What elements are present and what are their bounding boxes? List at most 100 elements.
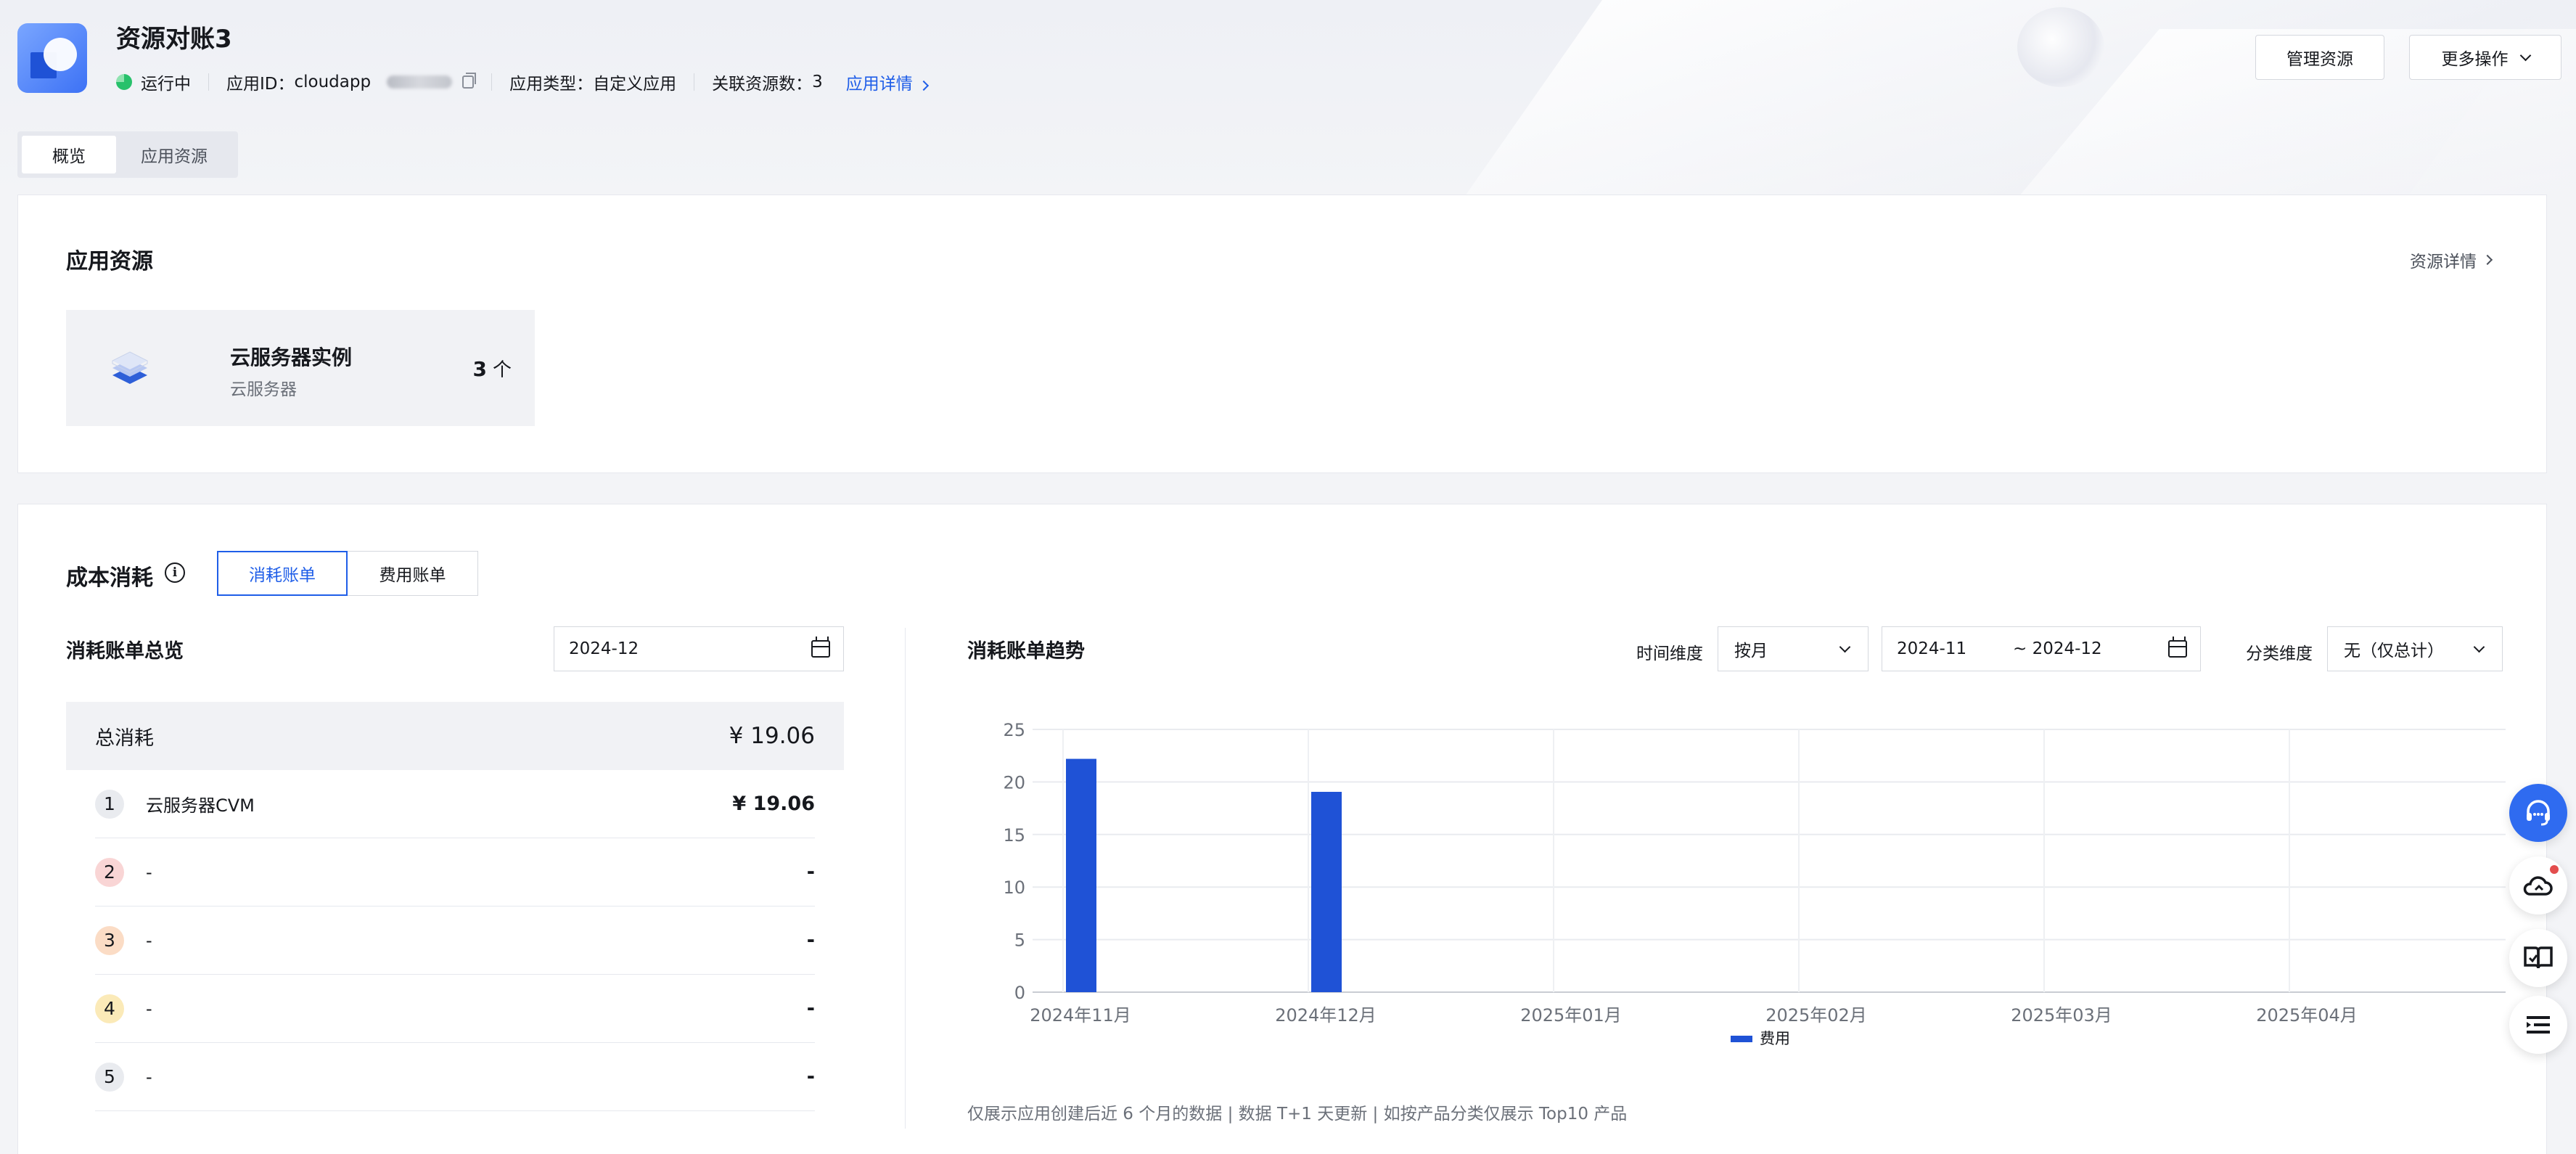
calendar-icon	[811, 637, 830, 658]
manage-resources-button[interactable]: 管理资源	[2255, 35, 2384, 80]
trend-bar-chart: 0 5 10 15 20 25 2024年11月 2024年12月 2025年01月 2025年0…	[1003, 720, 2506, 1047]
app-status: 运行中	[141, 75, 191, 94]
rank-badge: 1	[95, 789, 124, 819]
resource-detail-label: 资源详情	[2410, 253, 2477, 271]
time-dimension-label: 时间维度	[1636, 644, 1703, 663]
notification-dot	[2550, 865, 2559, 874]
x-tick-label: 2024年11月	[1030, 1005, 1131, 1026]
cloud-notification-button[interactable]	[2509, 856, 2567, 914]
chevron-right-icon	[918, 80, 929, 91]
rank-badge: 3	[95, 925, 124, 955]
book-icon	[2524, 946, 2553, 969]
support-headset-button[interactable]	[2509, 784, 2567, 842]
page-tabs: 概览 应用资源	[17, 131, 238, 178]
rank-row: 2 - -	[95, 838, 815, 907]
y-tick-label: 25	[1003, 720, 1025, 740]
chart-footnote: 仅展示应用创建后近 6 个月的数据 | 数据 T+1 天更新 | 如按产品分类仅…	[967, 1105, 1628, 1124]
legend-label: 费用	[1760, 1030, 1790, 1047]
tab-app-resources[interactable]: 应用资源	[116, 136, 232, 173]
rank-product-name: -	[146, 930, 152, 951]
rank-badge: 2	[95, 857, 124, 887]
app-id-value: cloudapp	[294, 73, 372, 91]
rank-product-value: ¥ 19.06	[732, 793, 815, 815]
copy-icon[interactable]	[462, 73, 477, 89]
server-cube-icon	[112, 351, 148, 384]
app-resources-title: 应用资源	[66, 249, 153, 274]
headset-icon	[2527, 800, 2550, 826]
app-meta-row: 运行中 应用ID： cloudapp 应用类型： 自定义应用 关联资源数： 3 …	[116, 70, 929, 94]
resource-detail-link[interactable]: 资源详情	[2410, 247, 2493, 272]
app-header: 资源对账3 运行中 应用ID： cloudapp 应用类型： 自定义应用 关联资…	[0, 0, 2576, 123]
trend-title: 消耗账单趋势	[967, 640, 1085, 663]
resource-count: 3个	[473, 355, 512, 382]
overview-date-picker[interactable]: 2024-12	[554, 626, 844, 671]
tab-overview[interactable]: 概览	[22, 136, 116, 173]
cloud-bell-icon	[2523, 876, 2553, 896]
app-title: 资源对账3	[116, 25, 232, 54]
resource-count-unit: 个	[492, 359, 512, 381]
app-detail-link[interactable]: 应用详情	[845, 70, 929, 94]
range-end: ~ 2024-12	[2013, 639, 2102, 658]
y-tick-label: 20	[1003, 772, 1025, 793]
date-range-picker[interactable]: 2024-11 ~ 2024-12	[1882, 626, 2201, 671]
range-start: 2024-11	[1897, 639, 1967, 658]
rank-row: 3 - -	[95, 907, 815, 975]
resource-count-label: 关联资源数：	[712, 75, 813, 94]
list-menu-button[interactable]	[2509, 996, 2567, 1054]
resource-count-number: 3	[472, 357, 487, 381]
rank-product-name: -	[146, 998, 152, 1019]
rank-product-value: -	[806, 861, 815, 883]
rank-badge: 4	[95, 994, 124, 1023]
more-actions-button[interactable]: 更多操作	[2409, 35, 2561, 80]
x-tick-label: 2025年01月	[1520, 1005, 1622, 1026]
more-actions-label: 更多操作	[2441, 50, 2509, 69]
x-tick-label: 2025年02月	[1765, 1005, 1867, 1026]
rank-product-name: -	[146, 862, 152, 883]
list-icon	[2527, 1016, 2550, 1034]
chevron-down-icon	[2519, 49, 2531, 61]
app-logo-icon	[17, 23, 87, 93]
x-tick-label: 2025年04月	[2256, 1005, 2358, 1026]
chevron-down-icon	[2473, 641, 2485, 653]
cost-card: 成本消耗 i 消耗账单 费用账单 消耗账单总览 2024-12 总消耗 ¥ 19…	[17, 504, 2547, 1154]
y-tick-label: 0	[1014, 983, 1025, 1003]
rank-row: 5 - -	[95, 1043, 815, 1111]
time-dimension-select[interactable]: 按月	[1718, 626, 1869, 671]
y-tick-label: 5	[1014, 930, 1025, 951]
docs-button[interactable]	[2509, 929, 2567, 987]
rank-product-name: 云服务器CVM	[146, 795, 255, 816]
rank-product-value: -	[806, 929, 815, 952]
section-divider	[905, 628, 906, 1129]
x-tick-label: 2025年03月	[2011, 1005, 2112, 1026]
seg-consumption-bill[interactable]: 消耗账单	[217, 551, 348, 596]
total-value: ¥ 19.06	[729, 723, 815, 749]
category-dimension-value: 无（仅总计）	[2344, 642, 2444, 660]
chevron-down-icon	[1839, 641, 1851, 653]
overview-title: 消耗账单总览	[66, 640, 184, 663]
bar-1	[1066, 758, 1096, 992]
cost-title: 成本消耗	[66, 565, 153, 591]
app-id-label: 应用ID：	[226, 75, 295, 94]
category-dimension-select[interactable]: 无（仅总计）	[2327, 626, 2503, 671]
chevron-right-icon	[2482, 254, 2493, 266]
app-resources-card: 应用资源 资源详情 云服务器实例 云服务器 3个	[17, 195, 2547, 473]
y-tick-label: 10	[1003, 877, 1025, 898]
resource-name: 云服务器实例	[230, 345, 353, 369]
total-consumption-row: 总消耗 ¥ 19.06	[66, 702, 844, 770]
y-tick-label: 15	[1003, 825, 1025, 846]
bar-2	[1311, 792, 1342, 992]
rank-product-value: -	[806, 997, 815, 1020]
cvm-instance-tile[interactable]: 云服务器实例 云服务器 3个	[66, 310, 535, 426]
app-id-redacted	[387, 75, 453, 89]
rank-row: 4 - -	[95, 975, 815, 1043]
time-dimension-value: 按月	[1734, 642, 1768, 660]
seg-fee-bill[interactable]: 费用账单	[348, 551, 478, 596]
info-icon[interactable]: i	[165, 562, 185, 583]
legend-swatch	[1731, 1036, 1752, 1042]
app-type-value: 自定义应用	[593, 75, 677, 94]
resource-subtitle: 云服务器	[230, 380, 297, 399]
x-tick-label: 2024年12月	[1275, 1005, 1377, 1026]
app-detail-link-label: 应用详情	[845, 75, 913, 94]
category-dimension-label: 分类维度	[2246, 644, 2313, 663]
calendar-icon	[2168, 637, 2187, 658]
